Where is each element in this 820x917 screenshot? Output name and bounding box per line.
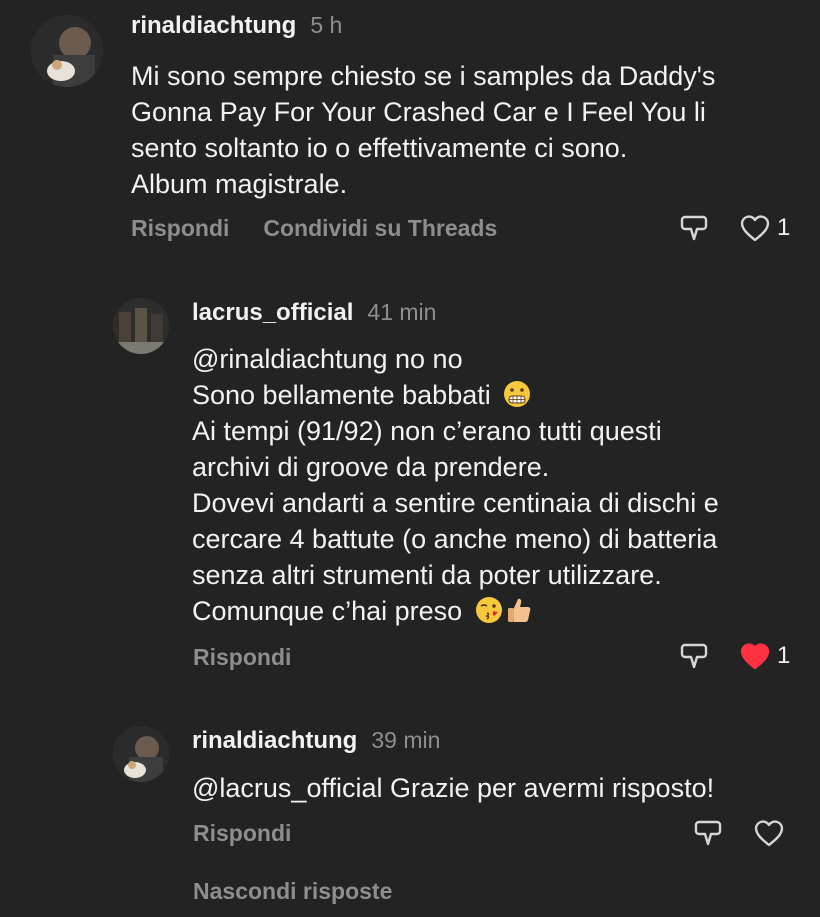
hide-replies-button[interactable]: Nascondi risposte — [193, 878, 392, 905]
username[interactable]: rinaldiachtung — [192, 727, 357, 755]
translate-reply-icon[interactable] — [693, 818, 723, 848]
comment-line: Dovevi andarti a sentire centinaia di di… — [192, 488, 719, 518]
avatar[interactable] — [113, 726, 169, 782]
grimacing-face-emoji — [504, 381, 531, 407]
heart-outline-icon — [740, 215, 770, 242]
like-count: 1 — [777, 214, 791, 241]
comment-line: Ai tempi (91/92) non c’erano tutti quest… — [192, 416, 662, 446]
comment-text: Mi sono sempre chiesto se i samples da D… — [131, 61, 716, 199]
comment-line: Sono bellamente babbati — [192, 380, 491, 410]
thumbs-up-emoji — [507, 598, 531, 622]
translate-reply-icon[interactable] — [679, 213, 709, 243]
heart-outline-icon — [754, 820, 784, 847]
heart-filled-icon — [740, 643, 770, 670]
translate-reply-icon[interactable] — [679, 641, 709, 671]
comment-line: senza altri strumenti da poter utilizzar… — [192, 560, 662, 590]
reply-button[interactable]: Rispondi — [131, 215, 229, 242]
like-button[interactable] — [753, 818, 785, 848]
reply-button[interactable]: Rispondi — [193, 644, 291, 671]
reply-button[interactable]: Rispondi — [193, 820, 291, 847]
kissing-winking-face-emoji — [475, 597, 502, 623]
like-button[interactable]: 1 — [739, 641, 790, 671]
avatar[interactable] — [31, 15, 103, 87]
username[interactable]: rinaldiachtung — [131, 12, 296, 40]
comment-line: @rinaldiachtung no no — [192, 344, 463, 374]
share-threads-button[interactable]: Condividi su Threads — [263, 215, 497, 242]
avatar[interactable] — [113, 298, 169, 354]
username[interactable]: lacrus_official — [192, 299, 353, 327]
timestamp: 39 min — [371, 727, 441, 753]
like-button[interactable]: 1 — [739, 213, 790, 243]
comment-text: @lacrus_official Grazie per avermi rispo… — [192, 773, 715, 803]
comment-line: cercare 4 battute (o anche meno) di batt… — [192, 524, 718, 554]
timestamp: 5 h — [310, 12, 343, 38]
comment-line: Comunque c’hai preso — [192, 596, 463, 626]
like-count: 1 — [777, 642, 791, 669]
timestamp: 41 min — [367, 299, 437, 325]
comment-text: @rinaldiachtung no no Sono bellamente ba… — [192, 341, 719, 629]
comment-line: archivi di groove da prendere. — [192, 452, 550, 482]
